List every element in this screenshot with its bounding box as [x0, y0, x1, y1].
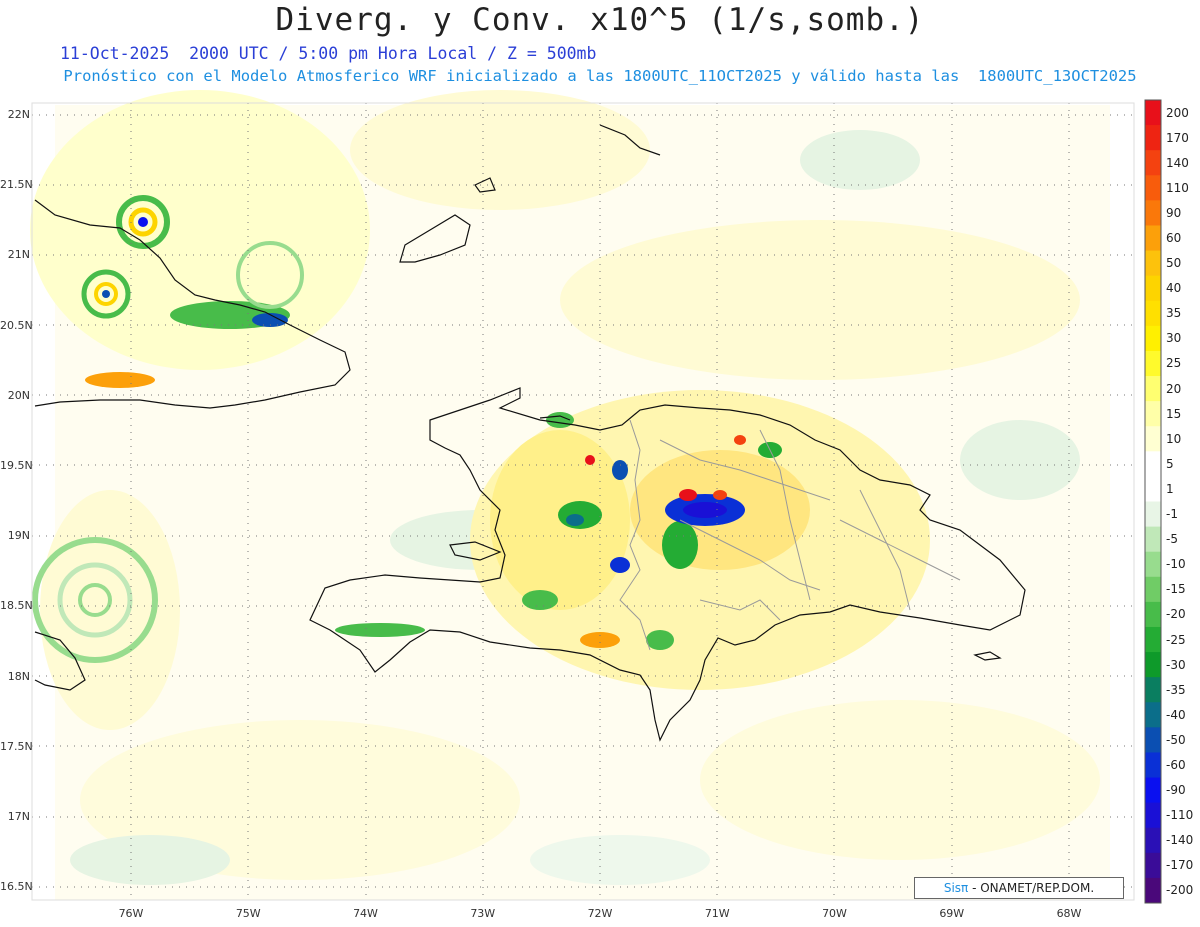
colorbar-label: -20	[1166, 607, 1186, 622]
colorbar-label: -200	[1166, 883, 1194, 898]
divergence-map	[30, 90, 1135, 901]
colorbar-label: 25	[1166, 356, 1182, 371]
colorbar-label: 200	[1166, 105, 1189, 120]
sispi-brand: Sisπ	[943, 881, 969, 895]
longitude-label: 68W	[1056, 907, 1082, 920]
longitude-label: 71W	[704, 907, 730, 920]
colorbar-label: 1	[1166, 481, 1174, 496]
colorbar-label: -60	[1166, 757, 1186, 772]
latitude-label: 18N	[7, 669, 30, 683]
longitude-label: 73W	[470, 907, 496, 920]
colorbar-label: -50	[1166, 732, 1186, 747]
blob-conv-2	[662, 521, 698, 569]
blob-conv-4	[610, 557, 630, 573]
blob-conv-6	[522, 590, 558, 610]
latitude-label: 16.5N	[0, 880, 33, 894]
blob-div-3	[585, 455, 595, 465]
blob-div-5	[734, 435, 746, 445]
colorbar-label: -25	[1166, 632, 1186, 647]
blob-div-4	[580, 632, 620, 648]
colorbar-label: 35	[1166, 306, 1182, 321]
blob-conv-3b	[683, 502, 727, 518]
longitude-label: 76W	[118, 907, 144, 920]
latitude-label: 17.5N	[0, 739, 33, 753]
colorbar-label: 5	[1166, 456, 1174, 471]
latitude-label: 17N	[7, 810, 30, 823]
colorbar-label: -170	[1166, 858, 1194, 873]
colorbar-label: 10	[1166, 431, 1182, 446]
latitude-label: 19N	[7, 529, 30, 543]
ring-2-core	[102, 290, 110, 298]
colorbar-label: -1	[1166, 507, 1178, 522]
blob-div-6	[85, 372, 155, 388]
longitude-label: 72W	[587, 907, 613, 920]
field-atlantic	[560, 220, 1080, 380]
colorbar-label: 20	[1166, 381, 1182, 396]
latitude-label: 19.5N	[0, 459, 33, 472]
longitude-label: 74W	[353, 907, 378, 920]
colorbar-label: 90	[1166, 205, 1182, 220]
blob-conv-7	[335, 623, 425, 637]
field-green-2	[70, 835, 230, 885]
field-caribbean-e	[700, 700, 1100, 860]
colorbar-label: -110	[1166, 808, 1194, 823]
latitude-label: 20.5N	[0, 318, 33, 332]
field-green-5	[530, 835, 710, 885]
colorbar-label: 140	[1166, 155, 1189, 170]
colorbar-label: 15	[1166, 406, 1182, 421]
colorbar-label: -5	[1166, 532, 1178, 547]
blob-conv-1b	[566, 514, 584, 526]
colorbar-label: 40	[1166, 281, 1182, 296]
latitude-label: 21.5N	[0, 178, 33, 192]
field-bahamas	[350, 90, 650, 210]
colorbar-label: 50	[1166, 256, 1182, 271]
latitude-label: 22N	[7, 108, 30, 121]
field-green-4	[960, 420, 1080, 500]
longitude-label: 70W	[822, 907, 847, 920]
credit-text: - ONAMET/REP.DOM.	[968, 881, 1095, 895]
latitude-label: 21N	[7, 248, 30, 262]
colorbar-label: -90	[1166, 783, 1186, 798]
colorbar-label: -15	[1166, 582, 1186, 597]
longitude-label: 69W	[939, 907, 965, 920]
blob-div-1	[679, 489, 697, 501]
colorbar-label: 110	[1166, 180, 1189, 195]
credit-box: Sisπ - ONAMET/REP.DOM.	[914, 877, 1124, 899]
latitude-label: 18.5N	[0, 599, 33, 613]
colorbar-label: -40	[1166, 707, 1186, 722]
blob-div-2	[713, 490, 727, 500]
field-green-1	[800, 130, 920, 190]
colorbar-label: 60	[1166, 231, 1182, 246]
ring-1-core	[138, 217, 148, 227]
colorbar-label: -140	[1166, 833, 1194, 848]
field-cuba-east	[30, 90, 370, 370]
colorbar-label: -35	[1166, 682, 1186, 697]
colorbar-label: -10	[1166, 557, 1186, 572]
divergence-shading	[30, 90, 1110, 900]
blob-conv-5	[612, 460, 628, 480]
colorbar-label: 30	[1166, 331, 1182, 346]
blob-conv-8	[646, 630, 674, 650]
colorbar-label: -30	[1166, 657, 1186, 672]
latitude-label: 20N	[7, 388, 30, 402]
colorbar-label: 170	[1166, 130, 1189, 145]
longitude-label: 75W	[235, 907, 261, 920]
